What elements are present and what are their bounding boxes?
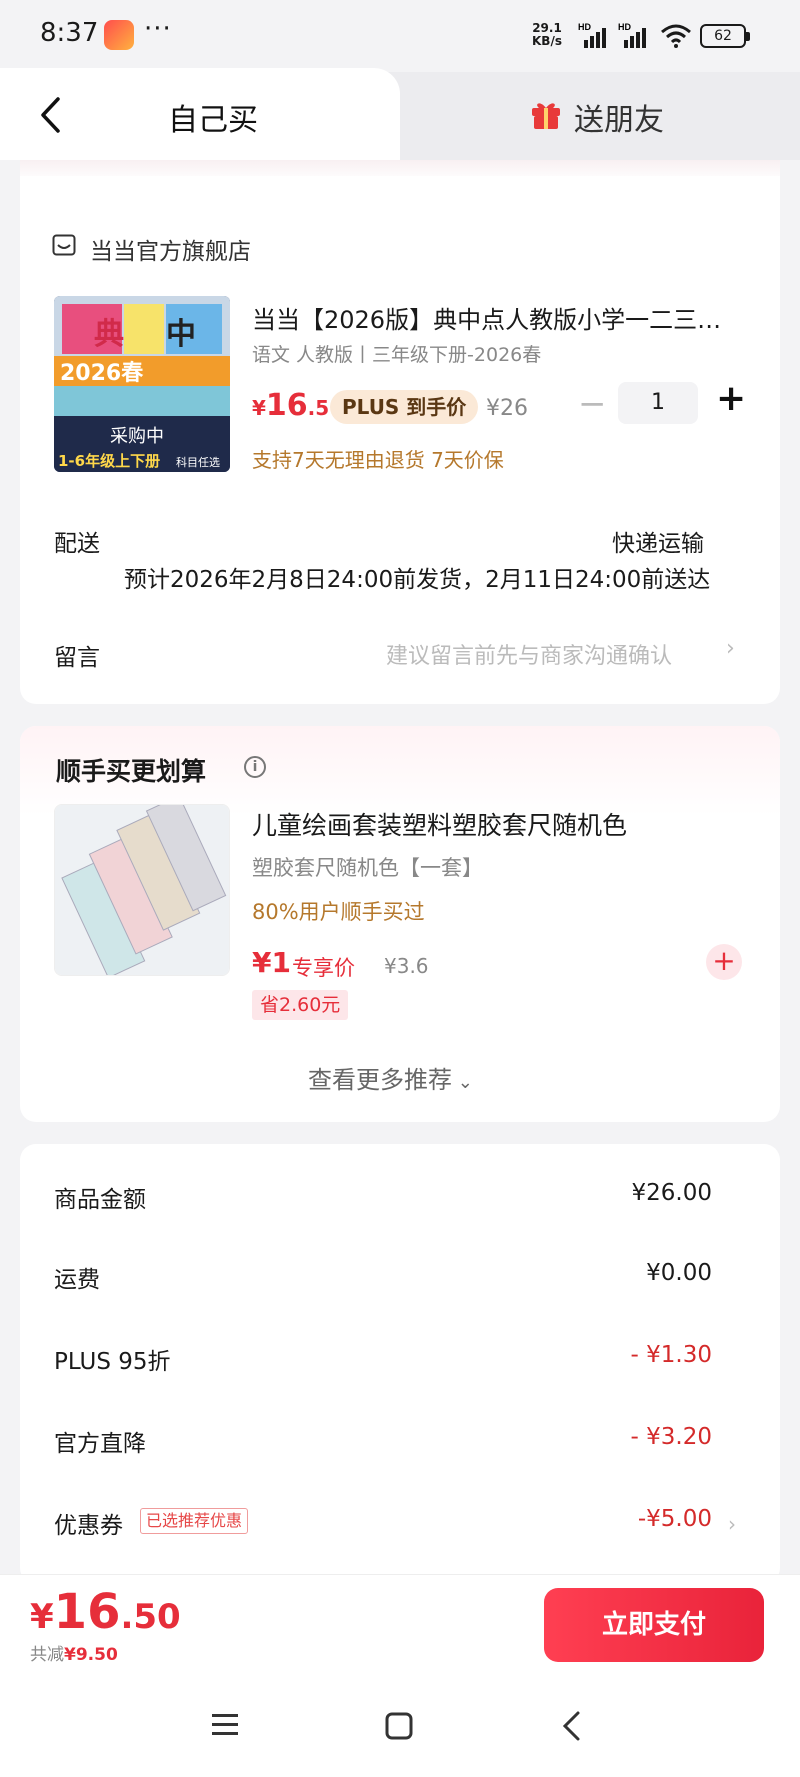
recommend-item-price: ¥1 — [252, 946, 291, 979]
recommend-title: 顺手买更划算 — [56, 757, 207, 786]
summary-label-goods: 商品金额 — [54, 1187, 146, 1213]
gift-icon[interactable] — [530, 98, 562, 130]
product-price: ¥16.5 — [252, 388, 329, 423]
back-icon[interactable] — [38, 96, 62, 134]
more-notifications-icon: ··· — [144, 14, 172, 44]
total-dec: .50 — [120, 1597, 181, 1637]
delivery-estimate: 预计2026年2月8日24:00前发货，2月11日24:00前送达 — [124, 567, 711, 593]
hd-label-2: HD — [618, 22, 631, 32]
delivery-label: 配送 — [54, 531, 100, 557]
svg-text:典: 典 — [94, 317, 124, 352]
more-recommend-button[interactable]: 查看更多推荐 ⌄ — [308, 1060, 473, 1095]
total-price: ¥16.50 — [30, 1584, 181, 1640]
recommend-item-orig-price: ¥3.6 — [384, 954, 429, 978]
delivery-method[interactable]: 快递运输 — [612, 524, 704, 558]
product-spec[interactable]: 语文 人教版丨三年级下册-2026春 — [252, 340, 541, 367]
quantity-plus-button[interactable]: + — [716, 378, 746, 419]
quantity-minus-button[interactable]: − — [578, 384, 607, 424]
summary-label-coupon[interactable]: 优惠券 — [54, 1506, 123, 1540]
book-cover-art: 典 中 2026春 采购中 1-6年级上下册 科目任选 — [54, 296, 230, 472]
product-cover-image[interactable]: 典 中 2026春 采购中 1-6年级上下册 科目任选 — [54, 296, 230, 472]
tab-send-friend[interactable]: 送朋友 — [574, 95, 664, 139]
coupon-recommended-tag[interactable]: 已选推荐优惠 — [140, 1508, 249, 1534]
net-speed-unit: KB/s — [532, 34, 562, 48]
plus-price-tag: PLUS 到手价 — [330, 390, 479, 424]
signal-icon-2: HD — [618, 22, 646, 48]
more-recommend-label: 查看更多推荐 — [308, 1066, 452, 1094]
price-symbol: ¥ — [252, 396, 266, 420]
original-price: ¥26 — [486, 396, 528, 421]
recommend-item-price-label: 专享价 — [292, 956, 355, 980]
nav-back-icon[interactable] — [560, 1710, 584, 1742]
price-int: 16 — [265, 388, 308, 423]
menu-icon[interactable] — [210, 1712, 240, 1738]
recommend-item-image[interactable] — [54, 804, 230, 976]
shop-name[interactable]: 当当官方旗舰店 — [90, 232, 251, 266]
product-title[interactable]: 当当【2026版】典中点人教版小学一二三… — [252, 300, 742, 335]
network-speed: 29.1 KB/s — [532, 22, 562, 48]
home-icon[interactable] — [384, 1711, 414, 1741]
cover-grade-text: 1-6年级上下册 — [58, 452, 160, 470]
summary-value-goods: ¥26.00 — [631, 1180, 712, 1206]
wifi-icon — [661, 24, 691, 48]
tab-self[interactable]: 自己买 — [168, 95, 258, 139]
summary-value-official: - ¥3.20 — [630, 1424, 712, 1450]
cover-stock-text: 采购中 — [110, 426, 164, 447]
add-item-button[interactable]: + — [706, 944, 742, 980]
ruler-set-art — [55, 805, 229, 975]
recommend-item-save-badge: 省2.60元 — [252, 990, 349, 1020]
hd-label: HD — [578, 22, 591, 32]
price-dec: .5 — [307, 396, 330, 420]
svg-text:中: 中 — [166, 317, 196, 352]
info-icon[interactable]: i — [244, 756, 266, 778]
service-guarantee: 支持7天无理由退货 7天价保 — [252, 448, 504, 472]
app-notification-icon — [104, 20, 134, 50]
total-currency: ¥ — [30, 1597, 54, 1637]
total-saved[interactable]: 共减¥9.50 — [30, 1640, 118, 1665]
chevron-down-icon: ⌄ — [452, 1072, 473, 1093]
signal-icon: HD — [578, 22, 606, 48]
chevron-right-icon[interactable]: › — [726, 636, 735, 661]
message-input[interactable]: 建议留言前先与商家沟通确认 — [386, 638, 672, 670]
total-int: 16 — [53, 1584, 121, 1640]
battery-icon: 62 — [700, 24, 750, 48]
message-label: 留言 — [54, 645, 100, 671]
summary-label-official: 官方直降 — [54, 1431, 146, 1457]
summary-value-shipping: ¥0.00 — [646, 1260, 712, 1286]
status-time: 8:37 — [40, 18, 99, 48]
quantity-input[interactable]: 1 — [618, 382, 698, 424]
coupon-chevron-icon[interactable]: › — [728, 1512, 736, 1536]
summary-value-coupon[interactable]: -¥5.00 — [512, 1506, 712, 1532]
summary-label-shipping: 运费 — [54, 1267, 100, 1293]
cover-year-text: 2026春 — [60, 361, 143, 386]
summary-label-plus: PLUS 95折 — [54, 1349, 171, 1375]
summary-value-plus: - ¥1.30 — [630, 1342, 712, 1368]
saved-value: ¥9.50 — [64, 1645, 118, 1665]
recommend-item-title[interactable]: 儿童绘画套装塑料塑胶套尺随机色 — [252, 806, 627, 842]
recommend-item-buyers: 80%用户顺手买过 — [252, 900, 425, 924]
shop-icon — [52, 234, 76, 256]
pay-now-button[interactable]: 立即支付 — [544, 1588, 764, 1662]
recommend-item-spec[interactable]: 塑胶套尺随机色【一套】 — [252, 852, 483, 882]
cover-subject-text: 科目任选 — [176, 455, 220, 469]
saved-label: 共减 — [30, 1645, 64, 1665]
